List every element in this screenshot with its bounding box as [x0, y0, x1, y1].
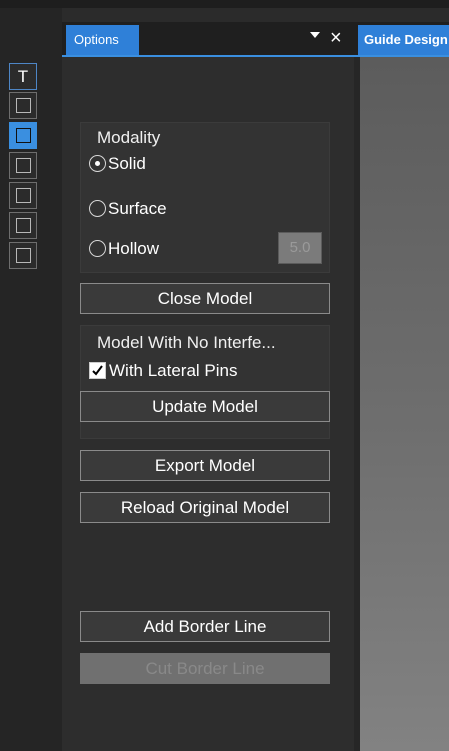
square-tool-button[interactable]	[9, 152, 37, 179]
tab-guide-design[interactable]: Guide Design	[358, 25, 449, 55]
square-tool-button[interactable]	[9, 242, 37, 269]
square-tool-button-active[interactable]	[9, 122, 37, 149]
export-model-button[interactable]: Export Model	[80, 450, 330, 481]
square-tool-button[interactable]	[9, 92, 37, 119]
square-tool-button[interactable]	[9, 212, 37, 239]
close-model-button[interactable]: Close Model	[80, 283, 330, 314]
add-border-line-button[interactable]: Add Border Line	[80, 611, 330, 642]
radio-hollow[interactable]: Hollow	[89, 238, 159, 260]
modality-title: Modality	[97, 128, 161, 147]
update-model-button[interactable]: Update Model	[80, 391, 330, 422]
text-tool-label: T	[17, 67, 29, 86]
square-icon	[16, 248, 31, 263]
radio-hollow-label: Hollow	[108, 239, 160, 258]
radio-unchecked-icon	[89, 200, 106, 217]
square-icon	[16, 188, 31, 203]
cut-border-line-button: Cut Border Line	[80, 653, 330, 684]
square-tool-button[interactable]	[9, 182, 37, 209]
close-icon[interactable]: ×	[330, 27, 342, 49]
square-icon	[16, 128, 31, 143]
3d-viewport[interactable]	[360, 57, 449, 751]
top-strip	[0, 0, 449, 8]
reload-original-model-button[interactable]: Reload Original Model	[80, 492, 330, 523]
tab-options[interactable]: Options	[66, 25, 139, 55]
radio-surface-label: Surface	[108, 199, 167, 218]
radio-unchecked-icon	[89, 240, 106, 257]
hollow-thickness-input[interactable]: 5.0	[278, 232, 322, 264]
checkbox-checked-icon	[89, 362, 106, 379]
radio-solid[interactable]: Solid	[89, 153, 146, 175]
square-icon	[16, 158, 31, 173]
options-panel-header: Options ×	[62, 22, 354, 57]
left-toolbar: T	[0, 8, 62, 751]
text-tool-button[interactable]: T	[9, 63, 37, 90]
lateral-pins-checkbox[interactable]: With Lateral Pins	[89, 360, 238, 382]
square-icon	[16, 98, 31, 113]
guide-design-header: Guide Design	[354, 22, 449, 57]
dropdown-pin-icon[interactable]	[310, 30, 320, 40]
lateral-pins-label: With Lateral Pins	[109, 361, 238, 380]
radio-solid-label: Solid	[108, 154, 146, 173]
radio-surface[interactable]: Surface	[89, 198, 167, 220]
square-icon	[16, 218, 31, 233]
radio-checked-icon	[89, 155, 106, 172]
interference-title: Model With No Interfe...	[97, 333, 276, 352]
